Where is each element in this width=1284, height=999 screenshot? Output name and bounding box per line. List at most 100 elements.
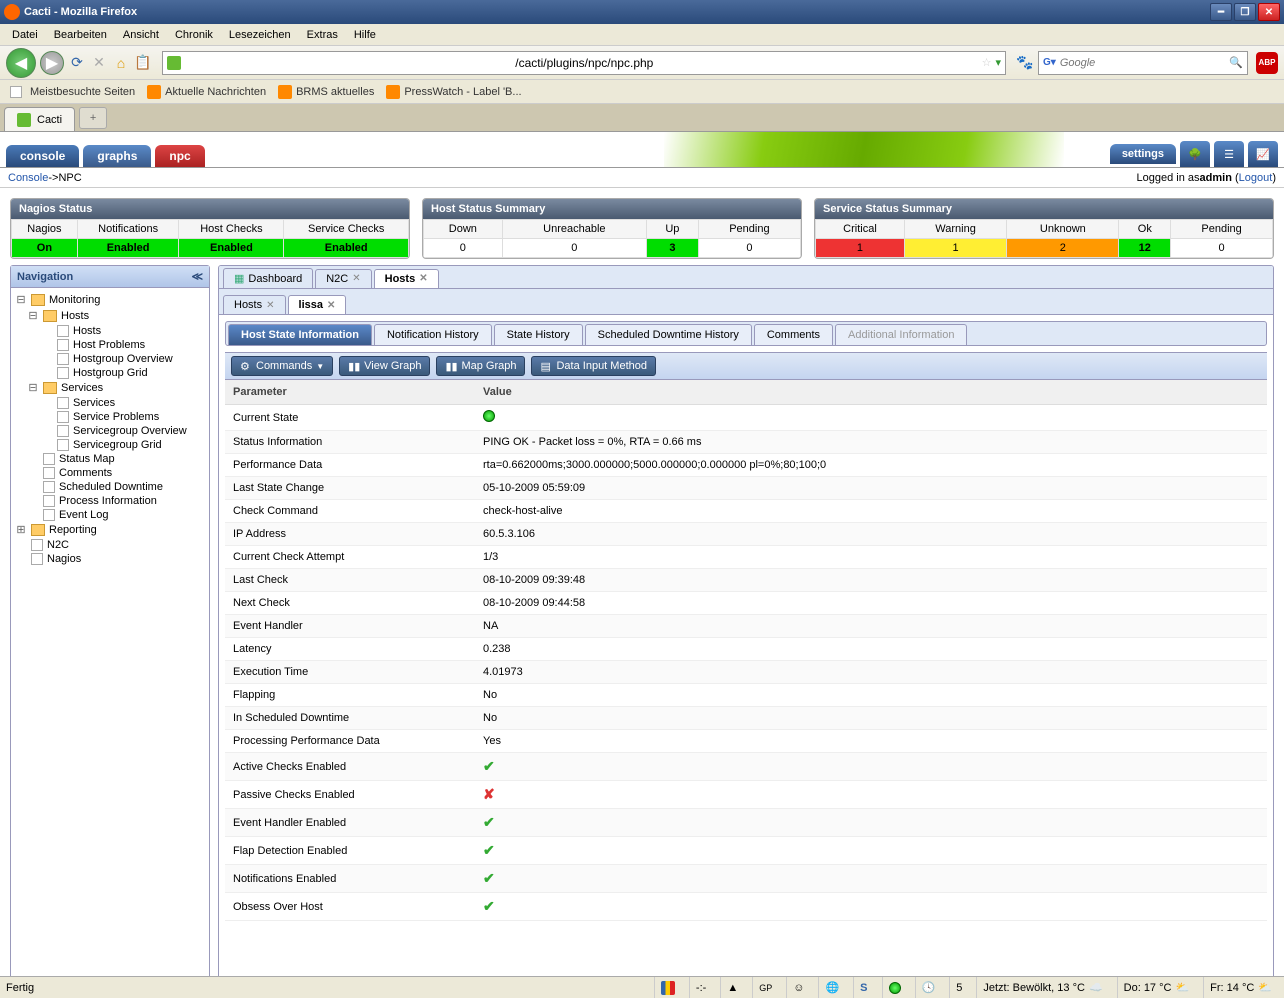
intab-scheduled-downtime[interactable]: Scheduled Downtime History xyxy=(585,324,752,345)
intab-host-state[interactable]: Host State Information xyxy=(228,324,372,345)
go-arrow-icon[interactable]: ▾ xyxy=(995,56,1001,69)
stop-button[interactable]: ✕ xyxy=(90,54,108,72)
tree-hostgroup-grid[interactable]: Hostgroup Grid xyxy=(13,366,207,380)
counter-5[interactable]: 5 xyxy=(949,977,968,998)
host-toolbar: ⚙Commands▼ ▮▮View Graph ▮▮Map Graph ▤Dat… xyxy=(225,352,1267,380)
table-row: IP Address60.5.3.106 xyxy=(225,523,1267,546)
table-row: Status InformationPING OK - Packet loss … xyxy=(225,431,1267,454)
menu-chronik[interactable]: Chronik xyxy=(167,27,221,43)
page-icon xyxy=(57,353,69,365)
flag-icon[interactable] xyxy=(654,977,681,998)
search-bar[interactable]: G▾ 🔍 xyxy=(1038,51,1248,75)
table-row: Current Check Attempt1/3 xyxy=(225,546,1267,569)
commands-button[interactable]: ⚙Commands▼ xyxy=(231,356,333,376)
maximize-button[interactable]: ❐ xyxy=(1234,3,1256,21)
intab-state-history[interactable]: State History xyxy=(494,324,583,345)
tree-hosts[interactable]: Hosts xyxy=(13,324,207,338)
s-badge[interactable]: S xyxy=(853,977,873,998)
page-icon xyxy=(57,339,69,351)
url-bar[interactable]: ☆ ▾ xyxy=(162,51,1006,75)
tab-n2c[interactable]: N2C✕ xyxy=(315,269,371,288)
collapse-icon[interactable]: ≪ xyxy=(191,270,203,283)
clock-icon[interactable]: 🕓 xyxy=(915,977,942,998)
tree-hostgroup-overview[interactable]: Hostgroup Overview xyxy=(13,352,207,366)
list-view-icon[interactable]: ☰ xyxy=(1214,141,1244,167)
tree-nagios[interactable]: Nagios xyxy=(13,552,207,566)
bookmark-aktuelle[interactable]: Aktuelle Nachrichten xyxy=(147,85,266,99)
home-button[interactable]: ⌂ xyxy=(112,54,130,72)
smiley-icon[interactable]: ☺ xyxy=(786,977,810,998)
url-input[interactable] xyxy=(187,56,982,70)
close-icon[interactable]: ✕ xyxy=(352,273,360,284)
up-arrow-icon[interactable]: ▲ xyxy=(720,977,744,998)
table-row: Notifications Enabled✔ xyxy=(225,865,1267,893)
menu-ansicht[interactable]: Ansicht xyxy=(115,27,167,43)
preview-icon[interactable]: 📈 xyxy=(1248,141,1278,167)
tree-view-icon[interactable]: 🌳 xyxy=(1180,141,1210,167)
search-icon[interactable]: 🔍 xyxy=(1229,56,1243,69)
tree-service-problems[interactable]: Service Problems xyxy=(13,410,207,424)
tree-monitoring[interactable]: ⊟Monitoring xyxy=(13,292,207,308)
tree-process-information[interactable]: Process Information xyxy=(13,494,207,508)
tab-dashboard[interactable]: ▦Dashboard xyxy=(223,268,313,288)
weather-do[interactable]: Do: 17 °C ⛅ xyxy=(1117,977,1196,998)
bookmark-meistbesuchte[interactable]: Meistbesuchte Seiten xyxy=(6,86,135,98)
browser-tab-cacti[interactable]: Cacti xyxy=(4,107,75,131)
intab-additional-info[interactable]: Additional Information xyxy=(835,324,967,345)
map-graph-button[interactable]: ▮▮Map Graph xyxy=(436,356,525,376)
close-icon[interactable]: ✕ xyxy=(327,300,335,311)
settings-button[interactable]: settings xyxy=(1110,144,1176,164)
tree-event-log[interactable]: Event Log xyxy=(13,508,207,522)
tree-services-folder[interactable]: ⊟Services xyxy=(13,380,207,396)
close-icon[interactable]: ✕ xyxy=(419,273,427,284)
close-icon[interactable]: ✕ xyxy=(266,300,274,311)
data-input-button[interactable]: ▤Data Input Method xyxy=(531,356,656,376)
tab-hosts-content[interactable]: Hosts✕ xyxy=(374,269,439,288)
globe-icon[interactable]: 🌐 xyxy=(818,977,845,998)
logout-link[interactable]: Logout xyxy=(1239,172,1273,184)
new-tab-button[interactable]: + xyxy=(79,107,107,129)
bookmark-brms[interactable]: BRMS aktuelles xyxy=(278,85,374,99)
weather-fr[interactable]: Fr: 14 °C ⛅ xyxy=(1203,977,1278,998)
adblock-icon[interactable]: ABP xyxy=(1256,52,1278,74)
weather-now[interactable]: Jetzt: Bewölkt, 13 °C ☁️ xyxy=(976,977,1108,998)
tree-servicegroup-grid[interactable]: Servicegroup Grid xyxy=(13,438,207,452)
bookmark-presswatch[interactable]: PressWatch - Label 'B... xyxy=(386,85,521,99)
subtab-lissa[interactable]: lissa✕ xyxy=(288,295,347,314)
status-text: Fertig xyxy=(6,982,34,994)
tree-comments[interactable]: Comments xyxy=(13,466,207,480)
paw-icon[interactable]: 🐾 xyxy=(1016,54,1034,72)
intab-comments[interactable]: Comments xyxy=(754,324,833,345)
tree-n2c[interactable]: N2C xyxy=(13,538,207,552)
gear-icon: ⚙ xyxy=(240,360,252,372)
tree-host-problems[interactable]: Host Problems xyxy=(13,338,207,352)
crumb-console[interactable]: Console xyxy=(8,172,48,184)
green-light-icon[interactable] xyxy=(882,977,907,998)
tab-graphs[interactable]: graphs xyxy=(83,145,151,167)
tree-reporting[interactable]: ⊞Reporting xyxy=(13,522,207,538)
tree-servicegroup-overview[interactable]: Servicegroup Overview xyxy=(13,424,207,438)
minimize-button[interactable]: ━ xyxy=(1210,3,1232,21)
tab-console[interactable]: console xyxy=(6,145,79,167)
menu-datei[interactable]: Datei xyxy=(4,27,46,43)
menu-extras[interactable]: Extras xyxy=(299,27,346,43)
back-button[interactable]: ◀ xyxy=(6,48,36,78)
view-graph-button[interactable]: ▮▮View Graph xyxy=(339,356,430,376)
tree-services[interactable]: Services xyxy=(13,396,207,410)
tree-hosts-folder[interactable]: ⊟Hosts xyxy=(13,308,207,324)
menu-lesezeichen[interactable]: Lesezeichen xyxy=(221,27,299,43)
reload-button[interactable]: ⟳ xyxy=(68,54,86,72)
menu-hilfe[interactable]: Hilfe xyxy=(346,27,384,43)
menu-bearbeiten[interactable]: Bearbeiten xyxy=(46,27,115,43)
forward-button[interactable]: ▶ xyxy=(40,51,64,75)
subtab-hosts[interactable]: Hosts✕ xyxy=(223,295,286,314)
tree-status-map[interactable]: Status Map xyxy=(13,452,207,466)
intab-notification-history[interactable]: Notification History xyxy=(374,324,492,345)
tree-scheduled-downtime[interactable]: Scheduled Downtime xyxy=(13,480,207,494)
downloads-icon[interactable]: 📋 xyxy=(134,54,152,72)
close-button[interactable]: ✕ xyxy=(1258,3,1280,21)
tab-npc[interactable]: npc xyxy=(155,145,204,167)
bookmark-star-icon[interactable]: ☆ xyxy=(982,56,992,69)
search-input[interactable] xyxy=(1060,57,1229,69)
gp-badge[interactable]: GP xyxy=(752,977,778,998)
